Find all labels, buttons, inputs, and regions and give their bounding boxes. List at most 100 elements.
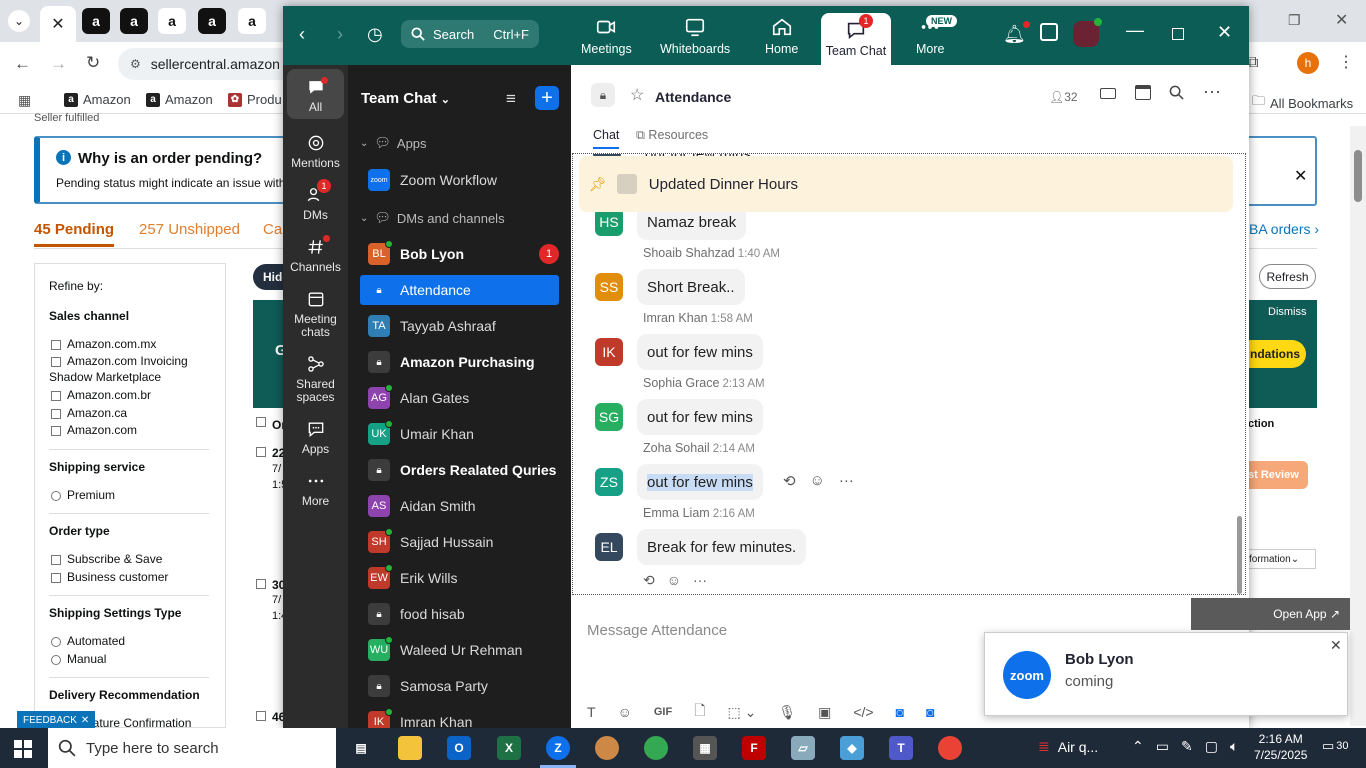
fba-orders-link[interactable]: BA orders › [1249, 221, 1319, 237]
message-avatar[interactable]: EL [595, 533, 623, 561]
emoji-icon[interactable]: ☺ [810, 472, 825, 490]
message-bubble[interactable]: out for few mins [637, 399, 763, 435]
chevron-up-icon[interactable]: ⌃ [1132, 738, 1144, 755]
order-type-option[interactable]: Subscribe & Save [51, 552, 162, 566]
code-snippet-icon[interactable]: </> [853, 704, 873, 720]
checkbox[interactable] [51, 572, 61, 583]
dismiss-link[interactable]: Dismiss [1268, 306, 1307, 318]
app-icon-2[interactable]: ◙ [926, 704, 934, 720]
message-bubble[interactable]: Short Break.. [637, 269, 745, 305]
more-options-icon[interactable]: ··· [1203, 81, 1221, 102]
checkbox[interactable] [51, 356, 61, 367]
teams-icon[interactable]: T [889, 736, 913, 760]
order-type-option[interactable]: Business customer [51, 570, 168, 584]
sales-channel-option[interactable]: Amazon.com [51, 423, 137, 437]
section-dms-header[interactable]: ⌄ 💬︎ DMs and channels [360, 210, 505, 226]
open-app-button[interactable]: Open App ↗ [1191, 598, 1350, 630]
network-icon[interactable]: ▢ [1205, 738, 1218, 755]
browser-menu-icon[interactable]: ⋮ [1338, 52, 1354, 72]
sales-channel-option[interactable]: Amazon.com.br [51, 388, 151, 402]
sidebar-item-attendance[interactable]: 🔒︎ Attendance [360, 275, 559, 305]
rail-channels[interactable]: Channels [283, 235, 348, 274]
forward-icon[interactable]: → [50, 54, 67, 74]
file-icon[interactable]: 🗋 [694, 700, 705, 724]
message-avatar[interactable]: IK [595, 338, 623, 366]
weather-widget[interactable]: ≣ Air q... [1038, 738, 1098, 755]
sales-channel-option[interactable]: Amazon.ca [51, 406, 127, 420]
tab-amazon-icon[interactable]: a [198, 8, 226, 34]
close-notification-icon[interactable]: ✕ [1330, 637, 1342, 654]
back-icon[interactable]: ← [14, 54, 31, 74]
maximize-icon[interactable] [1172, 28, 1184, 40]
history-icon[interactable]: ◷ [367, 24, 383, 45]
checkbox[interactable] [51, 554, 61, 565]
reply-icon[interactable]: ⟲ [643, 572, 655, 589]
shipping-settings-option[interactable]: Manual [51, 652, 106, 666]
shipping-service-option[interactable]: Premium [51, 488, 115, 502]
more-icon[interactable]: ··· [693, 572, 707, 589]
minimize-icon[interactable]: — [1126, 20, 1144, 41]
rail-mentions[interactable]: Mentions [283, 133, 348, 170]
message-bubble[interactable]: out for few mins [637, 464, 763, 500]
sidebar-item-sajjad-hussain[interactable]: SH Sajjad Hussain [360, 527, 559, 557]
clock[interactable]: 2:16 AM 7/25/2025 [1254, 731, 1307, 763]
battery-icon[interactable]: ▭ [1156, 738, 1169, 755]
zoom-taskbar-icon[interactable]: Z [546, 736, 570, 760]
sidebar-item-bob-lyon[interactable]: BL Bob Lyon 1 [360, 239, 559, 269]
information-select[interactable]: formation ⌄ [1246, 549, 1316, 569]
new-chat-plus-button[interactable]: + [535, 86, 559, 110]
sidebar-item-alan-gates[interactable]: AG Alan Gates [360, 383, 559, 413]
reply-icon[interactable]: ⟲ [783, 472, 796, 490]
radio[interactable] [51, 654, 61, 665]
sidebar-item-erik-wills[interactable]: EW Erik Wills [360, 563, 559, 593]
notification-popup[interactable]: zoom Bob Lyon coming ✕ [984, 632, 1348, 716]
screenshot-icon[interactable]: ⬚ ⌄ [727, 704, 756, 721]
banner-close-icon[interactable]: ✕ [1294, 166, 1307, 186]
sidebar-item-waleed-ur-rehman[interactable]: WU Waleed Ur Rehman [360, 635, 559, 665]
emoji-icon[interactable]: ☺ [618, 704, 632, 720]
close-tab-icon[interactable]: ✕ [51, 14, 64, 34]
filter-icon[interactable]: ≡ [506, 89, 516, 109]
more-icon[interactable]: ··· [839, 472, 854, 490]
nav-team-chat[interactable]: Team Chat 1 [821, 13, 891, 65]
sidebar-item-aidan-smith[interactable]: AS Aidan Smith [360, 491, 559, 521]
nav-home[interactable]: Home [765, 16, 798, 56]
close-icon[interactable]: ✕ [1217, 22, 1232, 43]
checkbox[interactable] [51, 339, 61, 350]
sidebar-item-umair-khan[interactable]: UK Umair Khan [360, 419, 559, 449]
app-icon[interactable]: ◆ [840, 736, 864, 760]
taskbar-search[interactable]: Type here to search [48, 728, 336, 768]
shipping-settings-option[interactable]: Automated [51, 634, 125, 648]
bookmark-amazon-2[interactable]: a Amazon [146, 92, 213, 107]
rail-shared-spaces[interactable]: Shared spaces [283, 354, 348, 404]
checkbox[interactable] [51, 408, 61, 419]
search-box[interactable]: Search Ctrl+F [401, 20, 539, 48]
chat-scrollbar-thumb[interactable] [1237, 516, 1242, 594]
apps-grid-icon[interactable]: ▦ [18, 92, 31, 109]
sales-channel-option[interactable]: Amazon.com.mx [51, 337, 156, 351]
calculator-icon[interactable]: ▦ [693, 736, 717, 760]
calendar-icon[interactable] [1135, 85, 1151, 100]
volume-icon[interactable]: 🔈︎ [1230, 738, 1238, 755]
member-count[interactable]: 👤︎32 [1049, 90, 1078, 104]
outlook-icon[interactable]: O [447, 736, 471, 760]
feedback-button[interactable]: FEEDBACK ✕ [17, 711, 96, 729]
radio[interactable] [51, 490, 61, 501]
row-checkbox[interactable] [256, 711, 266, 721]
message-avatar[interactable]: HS [595, 208, 623, 236]
gif-button[interactable]: GIF [654, 706, 672, 718]
excel-icon[interactable]: X [497, 736, 521, 760]
row-checkbox[interactable] [256, 579, 266, 589]
nav-more[interactable]: More NEW [916, 15, 957, 56]
sidebar-item-orders-realated-quries[interactable]: 🔒︎ Orders Realated Quries [360, 455, 559, 485]
review-button[interactable]: st Review [1246, 461, 1308, 489]
windows-start-icon[interactable] [14, 740, 32, 758]
recommendations-button[interactable]: ndations [1246, 340, 1306, 368]
back-icon[interactable]: ‹ [299, 24, 305, 45]
tab-list-chevron-icon[interactable]: ⌄ [8, 10, 30, 32]
star-icon[interactable]: ☆ [630, 85, 644, 105]
radio[interactable] [51, 636, 61, 647]
message-bubble[interactable]: out for few mins [637, 334, 763, 370]
reload-icon[interactable]: ↻ [86, 53, 100, 73]
rail-more[interactable]: More [283, 471, 348, 508]
